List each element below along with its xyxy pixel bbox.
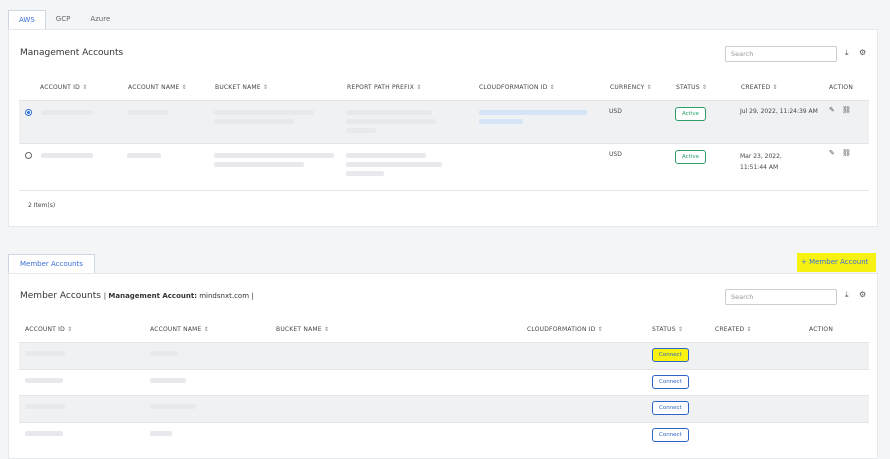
col-cloudformation-id[interactable]: CLOUDFORMATION ID ⇕ — [479, 84, 555, 91]
mgmt-account-note: | Management Account: mindsnxt.com | — [103, 292, 254, 300]
account-name-redacted — [150, 378, 186, 383]
table-row[interactable]: Connect — [19, 422, 869, 448]
member-accounts-card: Member Accounts | Management Account: mi… — [8, 273, 878, 459]
bucket-name-redacted — [214, 153, 334, 158]
status-badge: Active — [675, 107, 707, 121]
col-bucket-name[interactable]: BUCKET NAME ⇕ — [276, 326, 329, 333]
col-action: ACTION — [829, 84, 854, 91]
table-row[interactable]: Connect — [19, 369, 869, 395]
account-name-redacted — [127, 110, 169, 115]
currency-value: USD — [609, 151, 622, 158]
report-path-redacted-3 — [346, 171, 384, 176]
management-search-input[interactable] — [725, 46, 837, 62]
table-row[interactable]: Connect — [19, 342, 869, 369]
account-id-redacted — [25, 378, 63, 383]
col-account-name[interactable]: ACCOUNT NAME ⇕ — [150, 326, 209, 333]
management-accounts-title: Management Accounts — [20, 48, 124, 58]
bucket-name-redacted-2 — [214, 162, 304, 167]
table-row[interactable]: Connect — [19, 395, 869, 422]
col-report-path[interactable]: REPORT PATH PREFIX ⇕ — [347, 84, 421, 91]
col-bucket-name[interactable]: BUCKET NAME ⇕ — [215, 84, 268, 91]
account-id-redacted — [25, 431, 63, 436]
col-account-name[interactable]: ACCOUNT NAME ⇕ — [128, 84, 187, 91]
gear-icon[interactable]: ⚙ — [859, 290, 866, 299]
tab-azure[interactable]: Azure — [80, 10, 120, 30]
col-created[interactable]: CREATED ⇕ — [741, 84, 778, 91]
account-name-redacted — [150, 404, 196, 409]
link-icon[interactable]: ⛓ — [842, 106, 851, 114]
cloud-tabs: AWS GCP Azure — [8, 10, 120, 30]
currency-value: USD — [609, 108, 622, 115]
created-value: Jul 29, 2022, 11:24:39 AM — [740, 108, 818, 115]
created-value: Mar 23, 2022, 11:51:44 AM — [740, 153, 782, 171]
tab-aws[interactable]: AWS — [8, 10, 46, 30]
gear-icon[interactable]: ⚙ — [859, 48, 866, 57]
account-id-redacted — [41, 110, 93, 115]
mgmt-account-value: mindsnxt.com — [199, 292, 250, 300]
account-id-redacted — [41, 153, 93, 158]
table-row[interactable]: USD Active Mar 23, 2022, 11:51:44 AM ✎ ⛓ — [19, 143, 869, 190]
col-action: ACTION — [809, 326, 834, 333]
download-icon[interactable]: ⤓ — [845, 48, 849, 58]
account-id-redacted — [25, 351, 65, 356]
connect-button[interactable]: Connect — [652, 375, 689, 389]
management-accounts-card: Management Accounts ⤓ ⚙ ACCOUNT ID ⇕ ACC… — [8, 29, 878, 227]
item-count: 2 Item(s) — [28, 202, 56, 209]
col-account-id[interactable]: ACCOUNT ID ⇕ — [25, 326, 72, 333]
cloudformation-link-2[interactable] — [479, 119, 523, 124]
table-divider — [19, 190, 869, 191]
account-name-redacted — [150, 431, 172, 436]
link-icon[interactable]: ⛓ — [842, 149, 851, 157]
row-select-radio[interactable] — [25, 152, 32, 159]
member-search-input[interactable] — [725, 289, 837, 305]
account-name-redacted — [127, 153, 161, 158]
col-created[interactable]: CREATED ⇕ — [715, 326, 752, 333]
tab-member-accounts[interactable]: Member Accounts — [8, 254, 95, 273]
status-badge: Active — [675, 150, 707, 164]
connect-button[interactable]: Connect — [652, 401, 689, 415]
bucket-name-redacted-2 — [214, 119, 294, 124]
col-currency[interactable]: CURRENCY ⇕ — [610, 84, 652, 91]
col-status[interactable]: STATUS ⇕ — [676, 84, 707, 91]
download-icon[interactable]: ⤓ — [845, 290, 849, 300]
row-select-radio[interactable] — [25, 109, 32, 116]
member-title-text: Member Accounts — [20, 291, 101, 301]
mgmt-account-label: Management Account: — [108, 292, 197, 300]
table-row[interactable]: USD Active Jul 29, 2022, 11:24:39 AM ✎ ⛓ — [19, 100, 869, 143]
col-account-id[interactable]: ACCOUNT ID ⇕ — [40, 84, 87, 91]
bucket-name-redacted — [214, 110, 314, 115]
tab-gcp[interactable]: GCP — [46, 10, 81, 30]
report-path-redacted — [346, 110, 432, 115]
report-path-redacted-3 — [346, 128, 376, 133]
pencil-icon[interactable]: ✎ — [829, 149, 835, 157]
account-id-redacted — [25, 404, 65, 409]
connect-button[interactable]: Connect — [652, 428, 689, 442]
add-member-account-button[interactable]: + Member Account — [797, 253, 876, 272]
pencil-icon[interactable]: ✎ — [829, 106, 835, 114]
col-status[interactable]: STATUS ⇕ — [652, 326, 683, 333]
report-path-redacted — [346, 153, 426, 158]
report-path-redacted-2 — [346, 162, 442, 167]
account-name-redacted — [150, 351, 178, 356]
col-cloudformation-id[interactable]: CLOUDFORMATION ID ⇕ — [527, 326, 603, 333]
cloudformation-link[interactable] — [479, 110, 587, 115]
member-accounts-title: Member Accounts | Management Account: mi… — [20, 291, 254, 301]
report-path-redacted-2 — [346, 119, 436, 124]
connect-button[interactable]: Connect — [652, 348, 689, 362]
